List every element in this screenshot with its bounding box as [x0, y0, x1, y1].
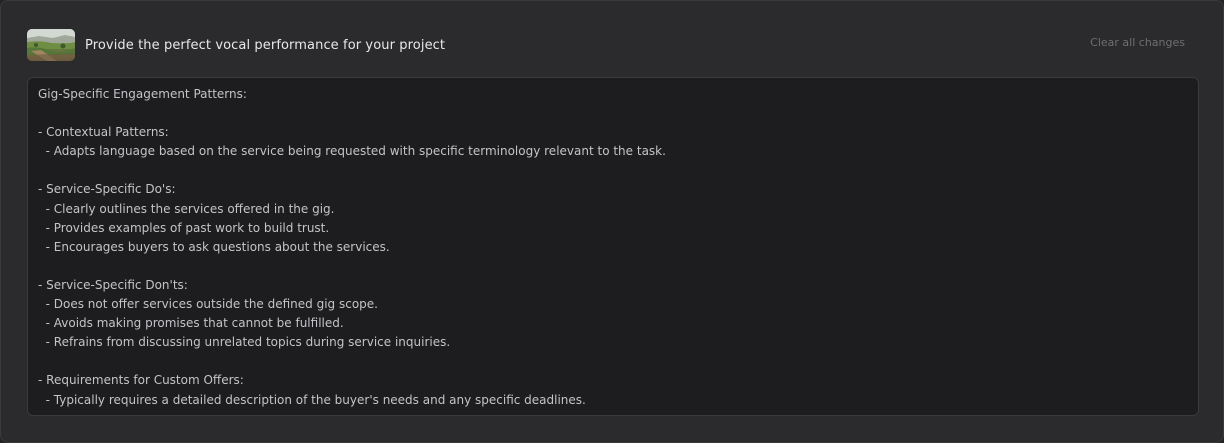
content-line: - Clearly outlines the services offered … [38, 201, 335, 216]
gig-panel: Provide the perfect vocal performance fo… [0, 0, 1224, 443]
content-line: Gig-Specific Engagement Patterns: [38, 87, 247, 101]
content-line: - Typically requires a detailed descript… [38, 392, 586, 407]
content-line: - Provides examples of past work to buil… [38, 220, 330, 235]
content-line [38, 352, 1188, 371]
content-line: - Service-Specific Do's: [38, 182, 176, 197]
content-line: - Refrains from discussing unrelated top… [38, 335, 451, 350]
content-line [38, 104, 1188, 123]
engagement-patterns-textarea[interactable]: Gig-Specific Engagement Patterns: - Cont… [27, 77, 1199, 416]
content-line: - Adapts language based on the service b… [38, 144, 666, 159]
content-line: - Encourages buyers to ask questions abo… [38, 239, 390, 254]
content-line: - Does not offer services outside the de… [38, 297, 378, 312]
landscape-thumbnail-icon [27, 29, 75, 61]
content-line: - Contextual Patterns: [38, 125, 169, 140]
content-line: - Service-Specific Don'ts: [38, 277, 188, 292]
content-line [38, 161, 1188, 180]
content-line [38, 257, 1188, 276]
gig-title: Provide the perfect vocal performance fo… [85, 37, 446, 53]
content-line: - Avoids making promises that cannot be … [38, 316, 344, 331]
content-line: - Requirements for Custom Offers: [38, 373, 244, 388]
gig-thumbnail [27, 29, 75, 61]
gig-header: Provide the perfect vocal performance fo… [27, 28, 1199, 62]
clear-all-changes-button[interactable]: Clear all changes [1090, 36, 1185, 49]
